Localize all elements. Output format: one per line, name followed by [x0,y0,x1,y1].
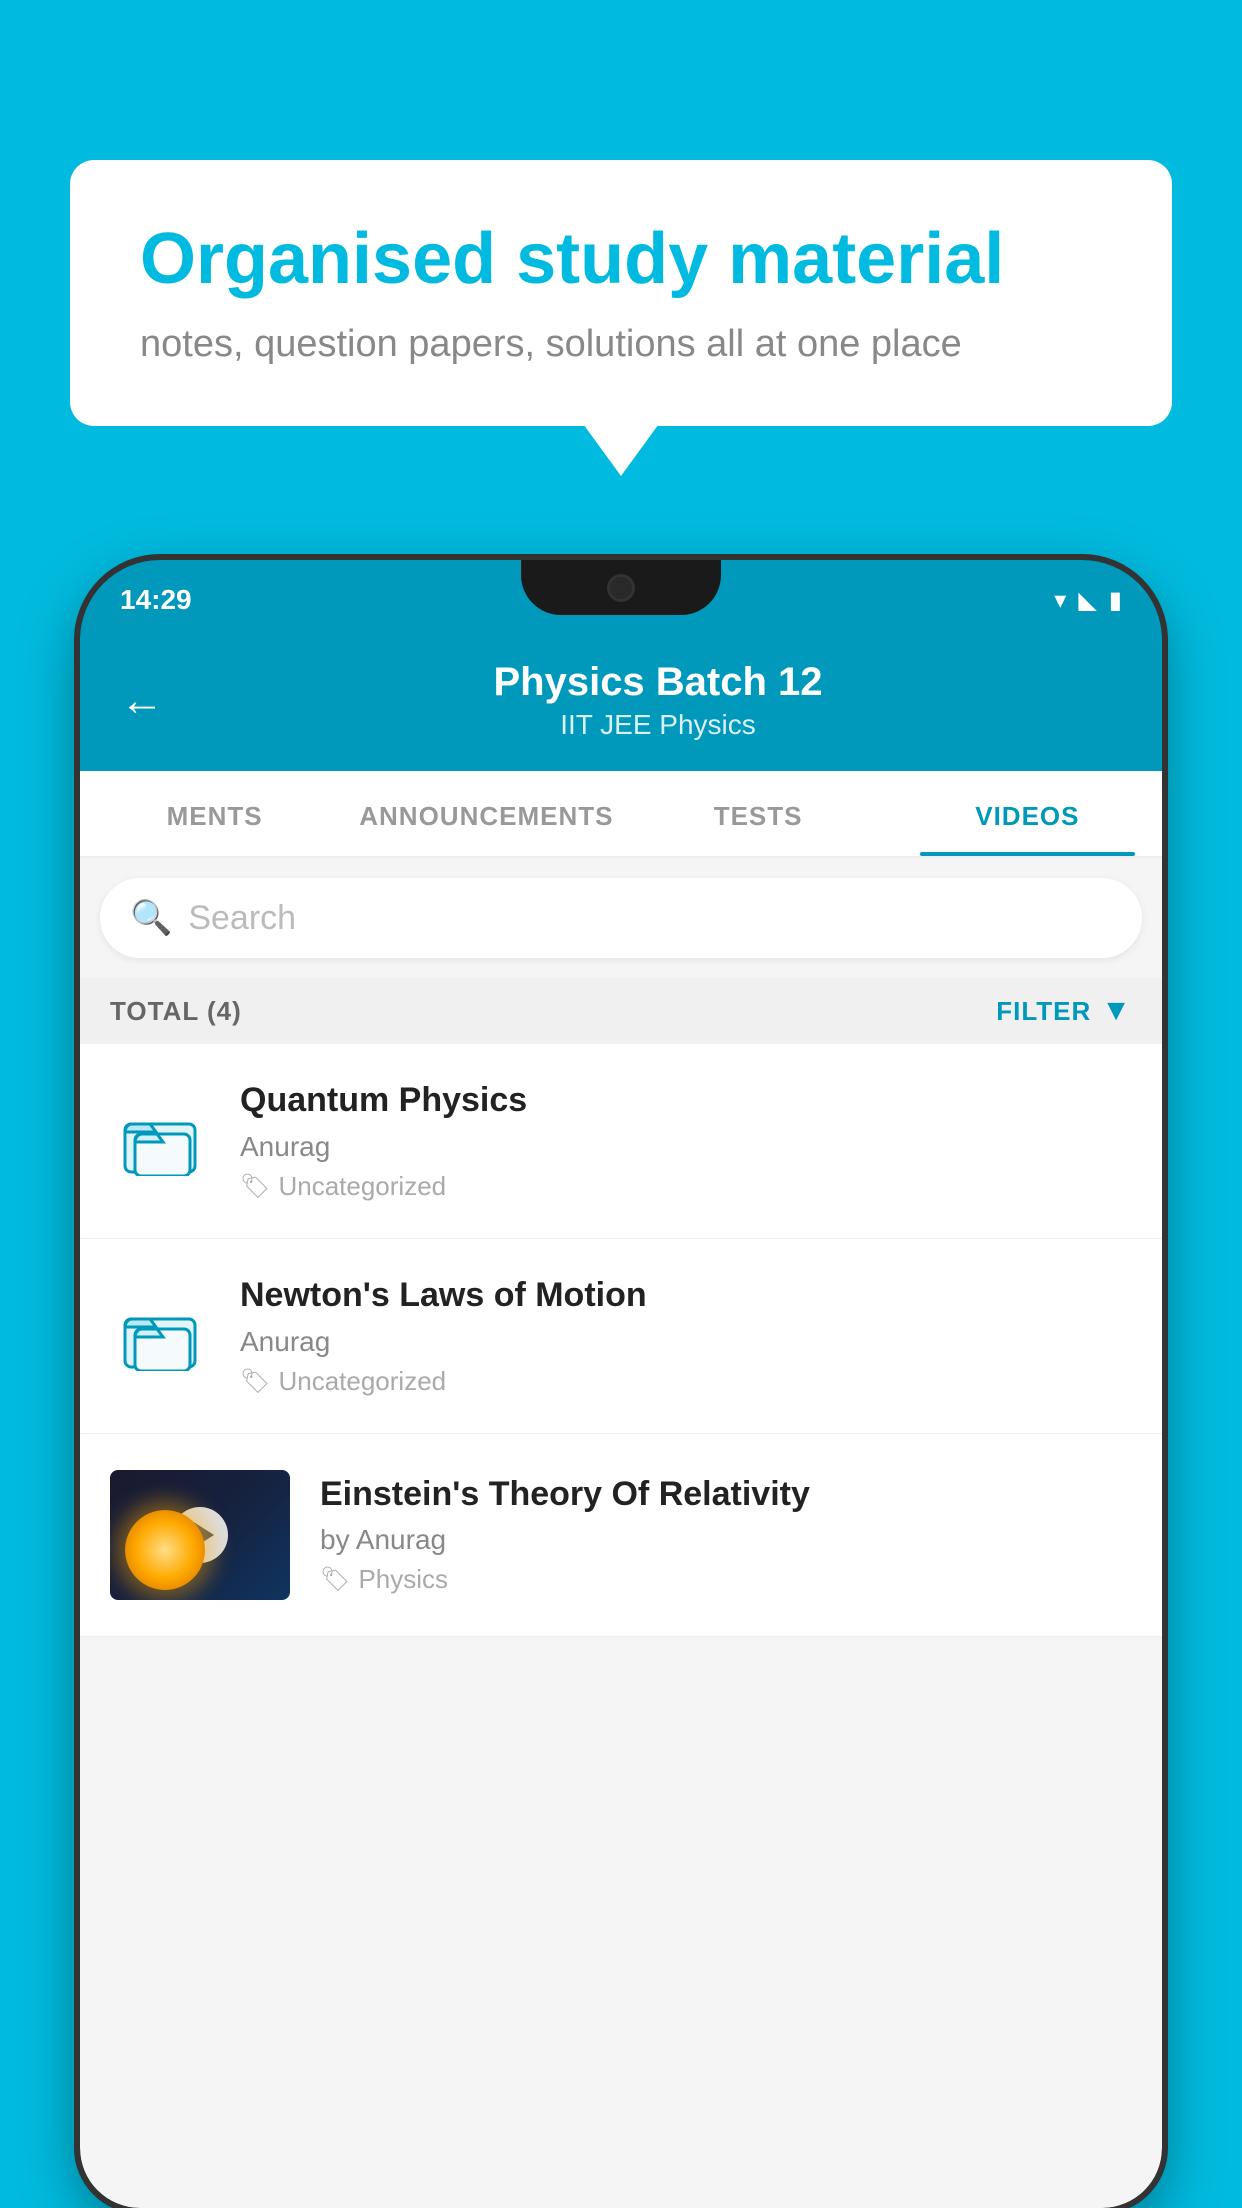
video-tag-row: 🏷 Uncategorized [240,1366,1132,1397]
speech-bubble-container: Organised study material notes, question… [70,160,1172,426]
list-item[interactable]: Einstein's Theory Of Relativity by Anura… [80,1434,1162,1637]
header-title: Physics Batch 12 [194,660,1122,705]
phone-screen: ← Physics Batch 12 IIT JEE Physics MENTS… [80,640,1162,2208]
filter-button[interactable]: FILTER ▼ [996,994,1132,1028]
search-placeholder: Search [188,899,296,938]
filter-label: FILTER [996,996,1091,1027]
video-author: Anurag [240,1326,1132,1358]
status-time: 14:29 [120,584,192,616]
battery-icon: ▮ [1109,586,1122,615]
list-item[interactable]: Quantum Physics Anurag 🏷 Uncategorized [80,1044,1162,1239]
video-info: Einstein's Theory Of Relativity by Anura… [320,1474,1132,1596]
tag-label: Uncategorized [278,1171,446,1202]
search-bar[interactable]: 🔍 Search [100,878,1142,958]
tab-tests[interactable]: TESTS [623,771,892,856]
folder-icon [110,1091,210,1191]
video-tag-row: 🏷 Physics [320,1564,1132,1595]
thumbnail-bg [110,1470,290,1600]
video-list: Quantum Physics Anurag 🏷 Uncategorized [80,1044,1162,1637]
bubble-subtitle: notes, question papers, solutions all at… [140,323,1102,366]
tag-icon: 🏷 [240,1172,270,1201]
tag-icon: 🏷 [240,1367,270,1396]
video-info: Quantum Physics Anurag 🏷 Uncategorized [240,1080,1132,1202]
bubble-title: Organised study material [140,220,1102,299]
status-bar: 14:29 ▾ ◣ ▮ [80,560,1162,640]
list-item[interactable]: Newton's Laws of Motion Anurag 🏷 Uncateg… [80,1239,1162,1434]
orb-graphic [125,1510,205,1590]
header-subtitle: IIT JEE Physics [194,709,1122,741]
folder-icon [110,1286,210,1386]
video-title: Newton's Laws of Motion [240,1275,1132,1316]
back-button[interactable]: ← [120,676,164,726]
video-title: Quantum Physics [240,1080,1132,1121]
search-icon: 🔍 [130,898,172,938]
tab-ments[interactable]: MENTS [80,771,349,856]
tag-label: Physics [358,1564,448,1595]
filter-row: TOTAL (4) FILTER ▼ [80,978,1162,1044]
phone-notch [521,560,721,615]
filter-icon: ▼ [1101,994,1132,1028]
tabs-bar: MENTS ANNOUNCEMENTS TESTS VIDEOS [80,771,1162,858]
tab-announcements[interactable]: ANNOUNCEMENTS [349,771,623,856]
tab-videos[interactable]: VIDEOS [893,771,1162,856]
app-header: ← Physics Batch 12 IIT JEE Physics [80,640,1162,771]
tag-label: Uncategorized [278,1366,446,1397]
signal-icon: ◣ [1078,586,1096,615]
tag-icon: 🏷 [320,1565,350,1594]
video-author: by Anurag [320,1524,1132,1556]
video-tag-row: 🏷 Uncategorized [240,1171,1132,1202]
header-title-group: Physics Batch 12 IIT JEE Physics [194,660,1122,741]
video-info: Newton's Laws of Motion Anurag 🏷 Uncateg… [240,1275,1132,1397]
video-thumbnail [110,1470,290,1600]
wifi-icon: ▾ [1054,586,1066,615]
status-icons: ▾ ◣ ▮ [1054,586,1122,615]
speech-bubble: Organised study material notes, question… [70,160,1172,426]
video-author: Anurag [240,1131,1132,1163]
phone-camera [607,574,635,602]
phone-frame: 14:29 ▾ ◣ ▮ ← Physics Batch 12 IIT JEE P… [80,560,1162,2208]
total-count: TOTAL (4) [110,996,242,1027]
video-title: Einstein's Theory Of Relativity [320,1474,1132,1515]
